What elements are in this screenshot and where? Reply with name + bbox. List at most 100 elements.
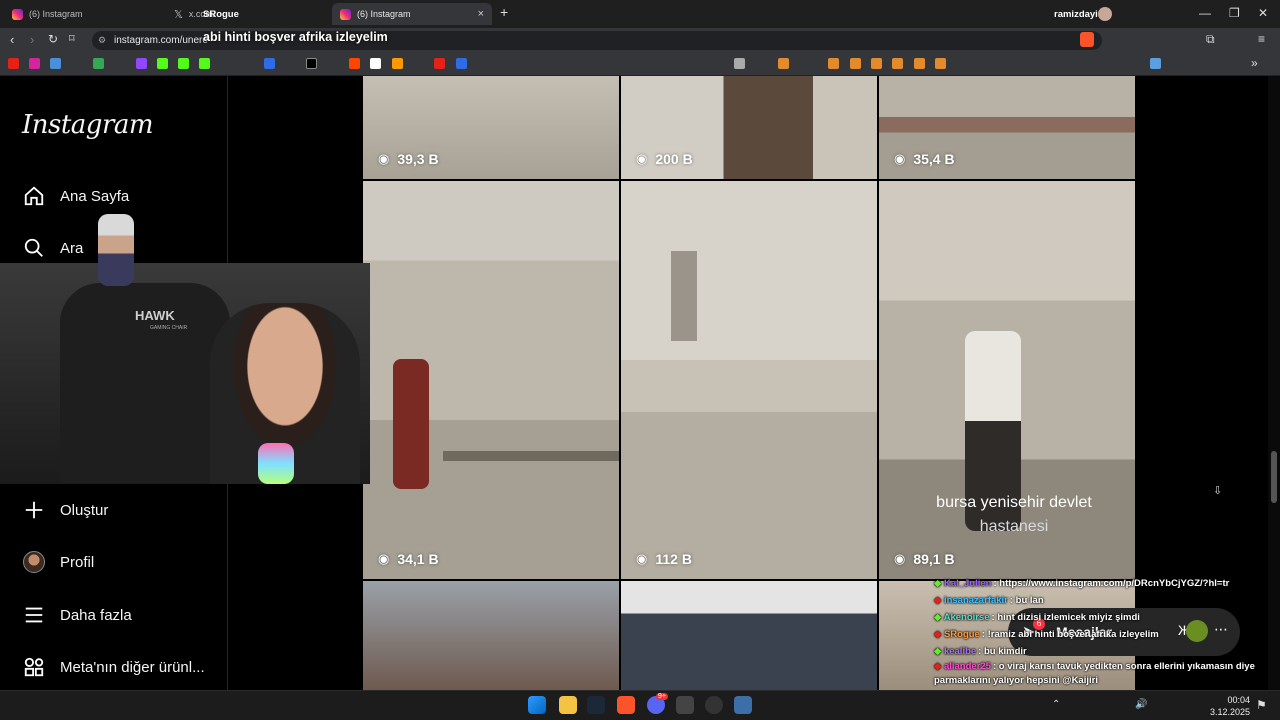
bookmark-icon[interactable] (935, 58, 946, 69)
windows-taskbar: 9+ ⌃ 🔊 00:04 3.12.2025 ⚑ (0, 690, 1280, 720)
tab-x[interactable]: 𝕏 x.com/ (166, 3, 326, 25)
reel-tile[interactable]: ◉ 112 B (621, 181, 877, 579)
new-tab-button[interactable]: + (500, 4, 508, 20)
bookmark-icon[interactable] (871, 58, 882, 69)
bookmark-icon[interactable] (892, 58, 903, 69)
tab-instagram-active[interactable]: (6) Instagram × (332, 3, 492, 25)
chair-brand: HAWK (135, 308, 175, 323)
view-count: ◉ 200 B (636, 151, 693, 167)
reel-tile[interactable]: ◉ 34,1 B (363, 181, 619, 579)
profile-avatar-icon[interactable] (1098, 7, 1112, 21)
scrollbar-thumb[interactable] (1271, 451, 1277, 503)
bookmark-icon[interactable] (29, 58, 40, 69)
sidebar-item-label: Profil (60, 553, 95, 571)
sidebar-item-create[interactable]: Oluştur (22, 498, 108, 522)
tab-label: (6) Instagram (29, 9, 83, 19)
bookmark-icon[interactable] (157, 58, 168, 69)
stream-chat-overlay: ◆ Kal_Julien: https://www.instagram.com/… (934, 575, 1270, 688)
overlay-streamer-name: SRogue (203, 9, 239, 20)
app-icon[interactable] (676, 696, 694, 714)
reel-tile[interactable]: ◉ 35,4 B (879, 76, 1135, 179)
chat-message: ◆ Kal_Julien: https://www.instagram.com/… (934, 578, 1230, 589)
sidebar-item-label: Daha fazla (60, 606, 132, 624)
sidebar-item-label: Meta'nın diğer ürünl... (60, 658, 205, 676)
sidebar-item-search[interactable]: Ara (22, 236, 83, 260)
view-count: ◉ 112 B (636, 551, 692, 567)
bookmark-icon[interactable] (434, 58, 445, 69)
clock-time: 00:04 (1227, 695, 1250, 705)
obs-icon[interactable] (705, 696, 723, 714)
forward-icon[interactable]: › (30, 32, 34, 47)
discord-badge: 9+ (656, 693, 668, 700)
more-bookmarks-icon[interactable]: » (1251, 56, 1258, 70)
minimize-button[interactable]: — (1199, 6, 1211, 20)
instagram-favicon-icon (12, 8, 23, 20)
eye-icon: ◉ (636, 551, 648, 566)
sidebar-item-more[interactable]: Daha fazla (22, 603, 132, 627)
bookmark-icon[interactable] (778, 58, 789, 69)
bookmark-icon[interactable] (93, 58, 104, 69)
reel-tile[interactable]: ◉ 200 B (621, 76, 877, 179)
plus-icon (22, 498, 46, 522)
tab-instagram-1[interactable]: (6) Instagram (4, 3, 164, 25)
instagram-logo[interactable]: Instagram (22, 110, 154, 140)
folder-icon[interactable] (734, 58, 745, 69)
bookmark-icon[interactable] (349, 58, 360, 69)
system-clock[interactable]: 00:04 3.12.2025 (1210, 694, 1250, 718)
eye-icon: ◉ (378, 551, 390, 566)
brave-shield-icon[interactable] (1080, 32, 1094, 47)
bookmark-icon[interactable] (914, 58, 925, 69)
reel-tile[interactable]: bursa yenisehir devlet hastanesi ◉ 89,1 B (879, 181, 1135, 579)
app-icon[interactable] (734, 696, 752, 714)
bookmark-icon[interactable] (1150, 58, 1161, 69)
profile-name[interactable]: ramizdayi (1054, 9, 1098, 20)
site-info-icon[interactable]: ⚙ (98, 31, 106, 50)
bookmark-icon[interactable] (828, 58, 839, 69)
bookmark-icon[interactable] (136, 58, 147, 69)
reel-tile[interactable] (363, 581, 619, 690)
back-icon[interactable]: ‹ (10, 32, 14, 47)
sidebar-item-home[interactable]: Ana Sayfa (22, 184, 129, 208)
view-count: ◉ 34,1 B (378, 551, 439, 567)
browser-menu-icon[interactable]: ≡ (1258, 32, 1265, 46)
restore-button[interactable]: ❐ (1229, 6, 1240, 20)
bookmark-icon[interactable] (8, 58, 19, 69)
sidebar-item-meta-apps[interactable]: Meta'nın diğer ürünl... (22, 655, 205, 679)
notifications-icon[interactable]: ⚑ (1256, 698, 1267, 712)
close-window-button[interactable]: ✕ (1258, 6, 1268, 20)
bookmark-icon[interactable] (392, 58, 403, 69)
video-caption-line2: hastanesi (979, 518, 1049, 535)
close-tab-icon[interactable]: × (478, 8, 484, 20)
reel-tile[interactable] (621, 581, 877, 690)
chat-message: ◆ Akenoirse: hint dizisi izlemicek miyiz… (934, 612, 1140, 623)
bookmark-icon[interactable] (456, 58, 467, 69)
bookmark-icon[interactable] (178, 58, 189, 69)
chat-message: ◆ aliander25: o viraj karısı tavuk yedik… (934, 661, 1255, 686)
eye-icon: ◉ (378, 151, 390, 166)
steam-icon[interactable] (587, 696, 605, 714)
start-icon[interactable] (528, 696, 546, 714)
brave-icon[interactable] (617, 696, 635, 714)
bookmark-icon[interactable]: ⌑ (69, 32, 75, 45)
extensions-icon[interactable]: ⧉ (1206, 32, 1215, 47)
clock-date: 3.12.2025 (1209, 707, 1250, 717)
instagram-favicon-icon (340, 8, 351, 20)
bookmark-icon[interactable] (306, 58, 317, 69)
page-scrollbar[interactable] (1268, 76, 1280, 690)
browser-tab-strip: (6) Instagram 𝕏 x.com/ (6) Instagram × +… (0, 0, 1280, 28)
file-explorer-icon[interactable] (559, 696, 577, 714)
bookmark-icon[interactable] (264, 58, 275, 69)
cursor-icon: ⇩ (1213, 485, 1223, 497)
sidebar-item-profile[interactable]: Profil (22, 550, 94, 574)
bookmark-icon[interactable] (199, 58, 210, 69)
tray-chevron-icon[interactable]: ⌃ (1052, 699, 1060, 710)
bookmark-icon[interactable] (50, 58, 61, 69)
chair-sub: GAMING CHAIR (150, 325, 188, 331)
sidebar-item-label: Oluştur (60, 501, 109, 519)
bookmark-icon[interactable] (850, 58, 861, 69)
reel-tile[interactable]: ◉ 39,3 B (363, 76, 619, 179)
reload-icon[interactable]: ↻ (48, 32, 58, 46)
volume-icon[interactable]: 🔊 (1135, 699, 1147, 710)
bookmark-icon[interactable] (370, 58, 381, 69)
home-icon (22, 184, 46, 208)
